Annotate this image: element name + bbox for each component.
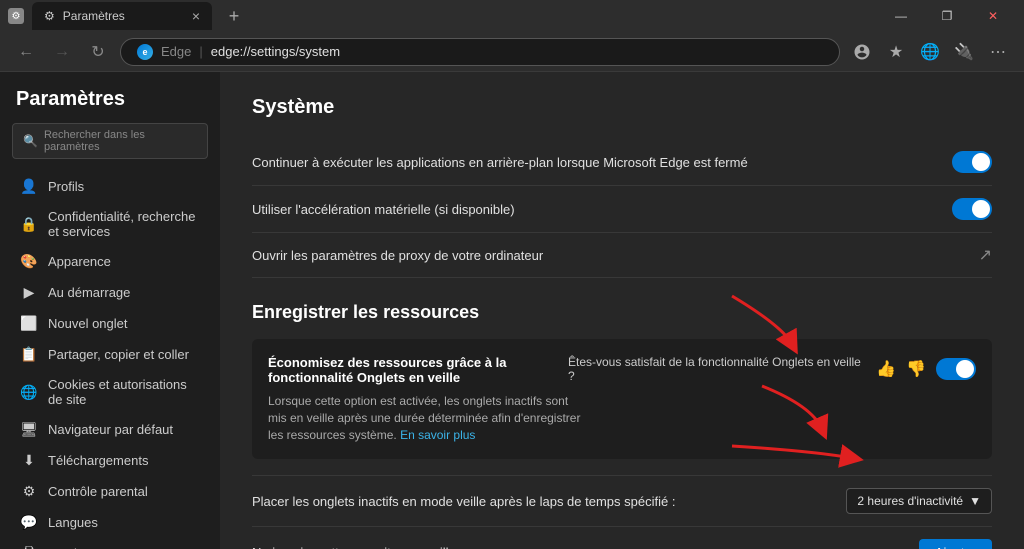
minimize-button[interactable]: — [878, 0, 924, 32]
window-controls: — ❐ ✕ [878, 0, 1016, 32]
sidebar-item-controle[interactable]: ⚙ Contrôle parental [4, 476, 216, 507]
collections-icon[interactable]: 🌐 [916, 38, 944, 66]
search-placeholder: Rechercher dans les paramètres [44, 129, 197, 153]
sidebar-item-partager[interactable]: 📋 Partager, copier et coller [4, 339, 216, 370]
sidebar-label-cookies: Cookies et autorisations de site [48, 377, 200, 407]
langues-icon: 💬 [20, 514, 38, 531]
extensions-icon[interactable]: 🔌 [950, 38, 978, 66]
satisfaction-label: Êtes-vous satisfait de la fonctionnalité… [568, 355, 866, 383]
edge-label: Edge [161, 44, 191, 59]
sidebar-label-telechargements: Téléchargements [48, 453, 148, 468]
system-section-title: Système [252, 96, 992, 119]
thumbup-icon[interactable]: 👍 [876, 359, 896, 379]
ajouter-button[interactable]: Ajouter [919, 539, 992, 549]
sidebar-item-profils[interactable]: 👤 Profils [4, 171, 216, 202]
resource-card-title: Économisez des ressources grâce à la fon… [268, 355, 568, 385]
never-veille-label: Ne jamais mettre ces sites en veille [252, 545, 456, 549]
learn-more-link[interactable]: En savoir plus [400, 428, 475, 442]
sidebar-item-telechargements[interactable]: ⬇ Téléchargements [4, 445, 216, 476]
address-input[interactable]: e Edge | edge://settings/system [120, 38, 840, 66]
sidebar-label-demarrage: Au démarrage [48, 285, 130, 300]
sleep-label: Placer les onglets inactifs en mode veil… [252, 494, 675, 509]
setting-proxy: Ouvrir les paramètres de proxy de votre … [252, 233, 992, 278]
tab-settings-icon: ⚙ [44, 9, 55, 23]
sidebar-label-nouvelonglet: Nouvel onglet [48, 316, 128, 331]
tab-close-button[interactable]: × [192, 8, 200, 24]
resource-card-description: Lorsque cette option est activée, les on… [268, 393, 588, 443]
favorites-icon[interactable]: ★ [882, 38, 910, 66]
background-apps-toggle[interactable] [952, 151, 992, 173]
cookies-icon: 🌐 [20, 384, 38, 401]
sidebar-label-controle: Contrôle parental [48, 484, 148, 499]
new-tab-button[interactable]: + [220, 2, 248, 30]
never-veille-row: Ne jamais mettre ces sites en veille Ajo… [252, 527, 992, 549]
content-area: Système Continuer à exécuter les applica… [220, 72, 1024, 549]
sidebar-label-partager: Partager, copier et coller [48, 347, 189, 362]
sidebar-item-langues[interactable]: 💬 Langues [4, 507, 216, 538]
back-button[interactable]: ← [12, 38, 40, 66]
tab-label: Paramètres [63, 9, 125, 23]
sidebar-label-navigateur: Navigateur par défaut [48, 422, 173, 437]
sidebar-label-langues: Langues [48, 515, 98, 530]
main-layout: Paramètres 🔍 Rechercher dans les paramèt… [0, 72, 1024, 549]
sleep-row: Placer les onglets inactifs en mode veil… [252, 475, 992, 527]
hardware-accel-toggle[interactable] [952, 198, 992, 220]
thumbdown-icon[interactable]: 👎 [906, 359, 926, 379]
sidebar-item-demarrage[interactable]: ▶ Au démarrage [4, 277, 216, 308]
imprimantes-icon: 🖨 [20, 545, 38, 549]
resource-card-right: Êtes-vous satisfait de la fonctionnalité… [568, 355, 976, 383]
resource-card-header: Économisez des ressources grâce à la fon… [268, 355, 976, 385]
background-apps-label: Continuer à exécuter les applications en… [252, 155, 748, 170]
forward-button[interactable]: → [48, 38, 76, 66]
maximize-button[interactable]: ❐ [924, 0, 970, 32]
address-bar: ← → ↻ e Edge | edge://settings/system ★ … [0, 32, 1024, 72]
setting-background-apps: Continuer à exécuter les applications en… [252, 139, 992, 186]
sidebar-label-profils: Profils [48, 179, 84, 194]
apparence-icon: 🎨 [20, 253, 38, 270]
confidentialite-icon: 🔒 [20, 216, 38, 233]
profils-icon: 👤 [20, 178, 38, 195]
sidebar-label-apparence: Apparence [48, 254, 111, 269]
sidebar: Paramètres 🔍 Rechercher dans les paramèt… [0, 72, 220, 549]
dropdown-arrow-icon: ▼ [969, 494, 981, 508]
edge-logo-icon: e [137, 44, 153, 60]
sidebar-search[interactable]: 🔍 Rechercher dans les paramètres [12, 123, 208, 159]
active-tab[interactable]: ⚙ Paramètres × [32, 2, 212, 30]
address-separator: | [199, 44, 202, 59]
demarrage-icon: ▶ [20, 284, 38, 301]
setting-hardware-accel: Utiliser l'accélération matérielle (si d… [252, 186, 992, 233]
navigateur-icon: 🖥 [20, 421, 38, 438]
proxy-label: Ouvrir les paramètres de proxy de votre … [252, 248, 543, 263]
nouvelonglet-icon: ⬜ [20, 315, 38, 332]
refresh-button[interactable]: ↻ [84, 38, 112, 66]
proxy-external-link[interactable]: ↗ [979, 245, 992, 265]
sleep-dropdown[interactable]: 2 heures d'inactivité ▼ [846, 488, 992, 514]
sidebar-item-nouvelonglet[interactable]: ⬜ Nouvel onglet [4, 308, 216, 339]
sidebar-label-confidentialite: Confidentialité, recherche et services [48, 209, 200, 239]
title-bar: ⚙ ⚙ Paramètres × + — ❐ ✕ [0, 0, 1024, 32]
sidebar-item-cookies[interactable]: 🌐 Cookies et autorisations de site [4, 370, 216, 414]
controle-icon: ⚙ [20, 483, 38, 500]
sidebar-item-confidentialite[interactable]: 🔒 Confidentialité, recherche et services [4, 202, 216, 246]
close-button[interactable]: ✕ [970, 0, 1016, 32]
menu-icon[interactable]: ⋯ [984, 38, 1012, 66]
search-icon: 🔍 [23, 134, 38, 148]
resource-card: Économisez des ressources grâce à la fon… [252, 339, 992, 459]
resource-card-toggle[interactable] [936, 358, 976, 380]
partager-icon: 📋 [20, 346, 38, 363]
toolbar-icons: ★ 🌐 🔌 ⋯ [848, 38, 1012, 66]
hardware-accel-label: Utiliser l'accélération matérielle (si d… [252, 202, 515, 217]
sidebar-title: Paramètres [0, 88, 220, 123]
telechargements-icon: ⬇ [20, 452, 38, 469]
url-text: edge://settings/system [211, 44, 340, 59]
sidebar-item-navigateur[interactable]: 🖥 Navigateur par défaut [4, 414, 216, 445]
save-section-title: Enregistrer les ressources [252, 302, 992, 323]
sleep-dropdown-value: 2 heures d'inactivité [857, 494, 963, 508]
profile-icon[interactable] [848, 38, 876, 66]
sidebar-item-imprimantes[interactable]: 🖨 Imprimantes [4, 538, 216, 549]
app-icon: ⚙ [8, 8, 24, 24]
sidebar-item-apparence[interactable]: 🎨 Apparence [4, 246, 216, 277]
save-resources-section: Enregistrer les ressources Économisez de… [252, 302, 992, 549]
